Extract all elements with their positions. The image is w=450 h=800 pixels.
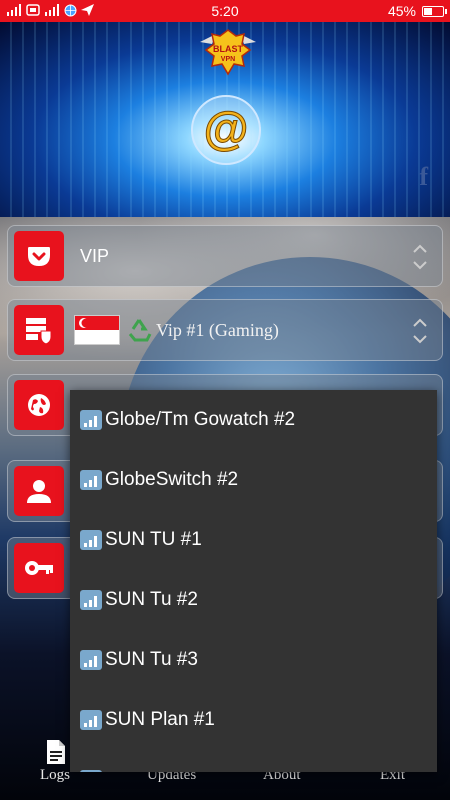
- facebook-icon[interactable]: f: [419, 162, 428, 192]
- blast-vpn-logo: BLAST VPN: [200, 29, 256, 76]
- dropdown-item[interactable]: SUN Plan #1: [70, 690, 437, 750]
- dropdown-item-label: Globe/Tm Gowatch #2: [105, 409, 296, 430]
- singapore-flag: [74, 315, 120, 345]
- nav-logs[interactable]: Logs: [40, 767, 70, 784]
- recycle-icon: [128, 319, 152, 342]
- globe-icon: [14, 380, 64, 430]
- dropdown-item[interactable]: Globe/Tm Gowatch #2: [70, 390, 437, 450]
- dropdown-item[interactable]: SUN Tu #3: [70, 630, 437, 690]
- server-dropdown-menu: Globe/Tm Gowatch #2 GlobeSwitch #2 SUN T…: [70, 390, 437, 772]
- svg-text:BLAST: BLAST: [213, 44, 243, 54]
- svg-text:VPN: VPN: [221, 56, 235, 63]
- dropdown-item[interactable]: SUN TU #1: [70, 510, 437, 570]
- signal-bars-icon: [80, 650, 102, 670]
- battery-icon: [422, 5, 447, 17]
- signal-bars-icon: [80, 710, 102, 730]
- signal-bars-icon: [80, 530, 102, 550]
- pocket-icon: [14, 231, 64, 281]
- key-icon: [14, 543, 64, 593]
- dropdown-item[interactable]: GlobeSwitch #2: [70, 450, 437, 510]
- dropdown-item-partial[interactable]: [70, 750, 437, 772]
- signal-bars-icon: [80, 410, 102, 430]
- dropdown-item-label: SUN TU #1: [105, 529, 202, 550]
- server-selector[interactable]: Vip #1 (Gaming): [7, 299, 443, 361]
- dropdown-item-label: SUN Plan #1: [105, 709, 215, 730]
- payload-selector[interactable]: VIP: [7, 225, 443, 287]
- server-label: Vip #1 (Gaming): [156, 319, 279, 340]
- header-banner: BLAST VPN @ f: [0, 22, 450, 217]
- dropdown-item-label: SUN Tu #2: [105, 589, 198, 610]
- signal-bars-icon: [80, 470, 102, 490]
- user-icon: [14, 466, 64, 516]
- spinner-arrows-icon[interactable]: [412, 242, 428, 272]
- at-sign-emblem: @: [191, 95, 261, 165]
- dropdown-item-label: SUN Tu #3: [105, 649, 198, 670]
- battery-fill: [424, 7, 432, 15]
- signal-bars-icon: [80, 590, 102, 610]
- clock: 5:20: [211, 3, 239, 19]
- dropdown-item[interactable]: SUN Tu #2: [70, 570, 437, 630]
- signal-bars-icon: [80, 770, 102, 772]
- payload-label: VIP: [80, 245, 110, 266]
- status-bar: 5:20 45%: [0, 0, 450, 22]
- logs-icon[interactable]: [44, 739, 68, 765]
- svg-text:@: @: [204, 102, 249, 154]
- dropdown-item-label: GlobeSwitch #2: [105, 469, 239, 490]
- server-shield-icon: [14, 305, 64, 355]
- server-label-group: Vip #1 (Gaming): [126, 318, 279, 342]
- spinner-arrows-icon[interactable]: [412, 316, 428, 346]
